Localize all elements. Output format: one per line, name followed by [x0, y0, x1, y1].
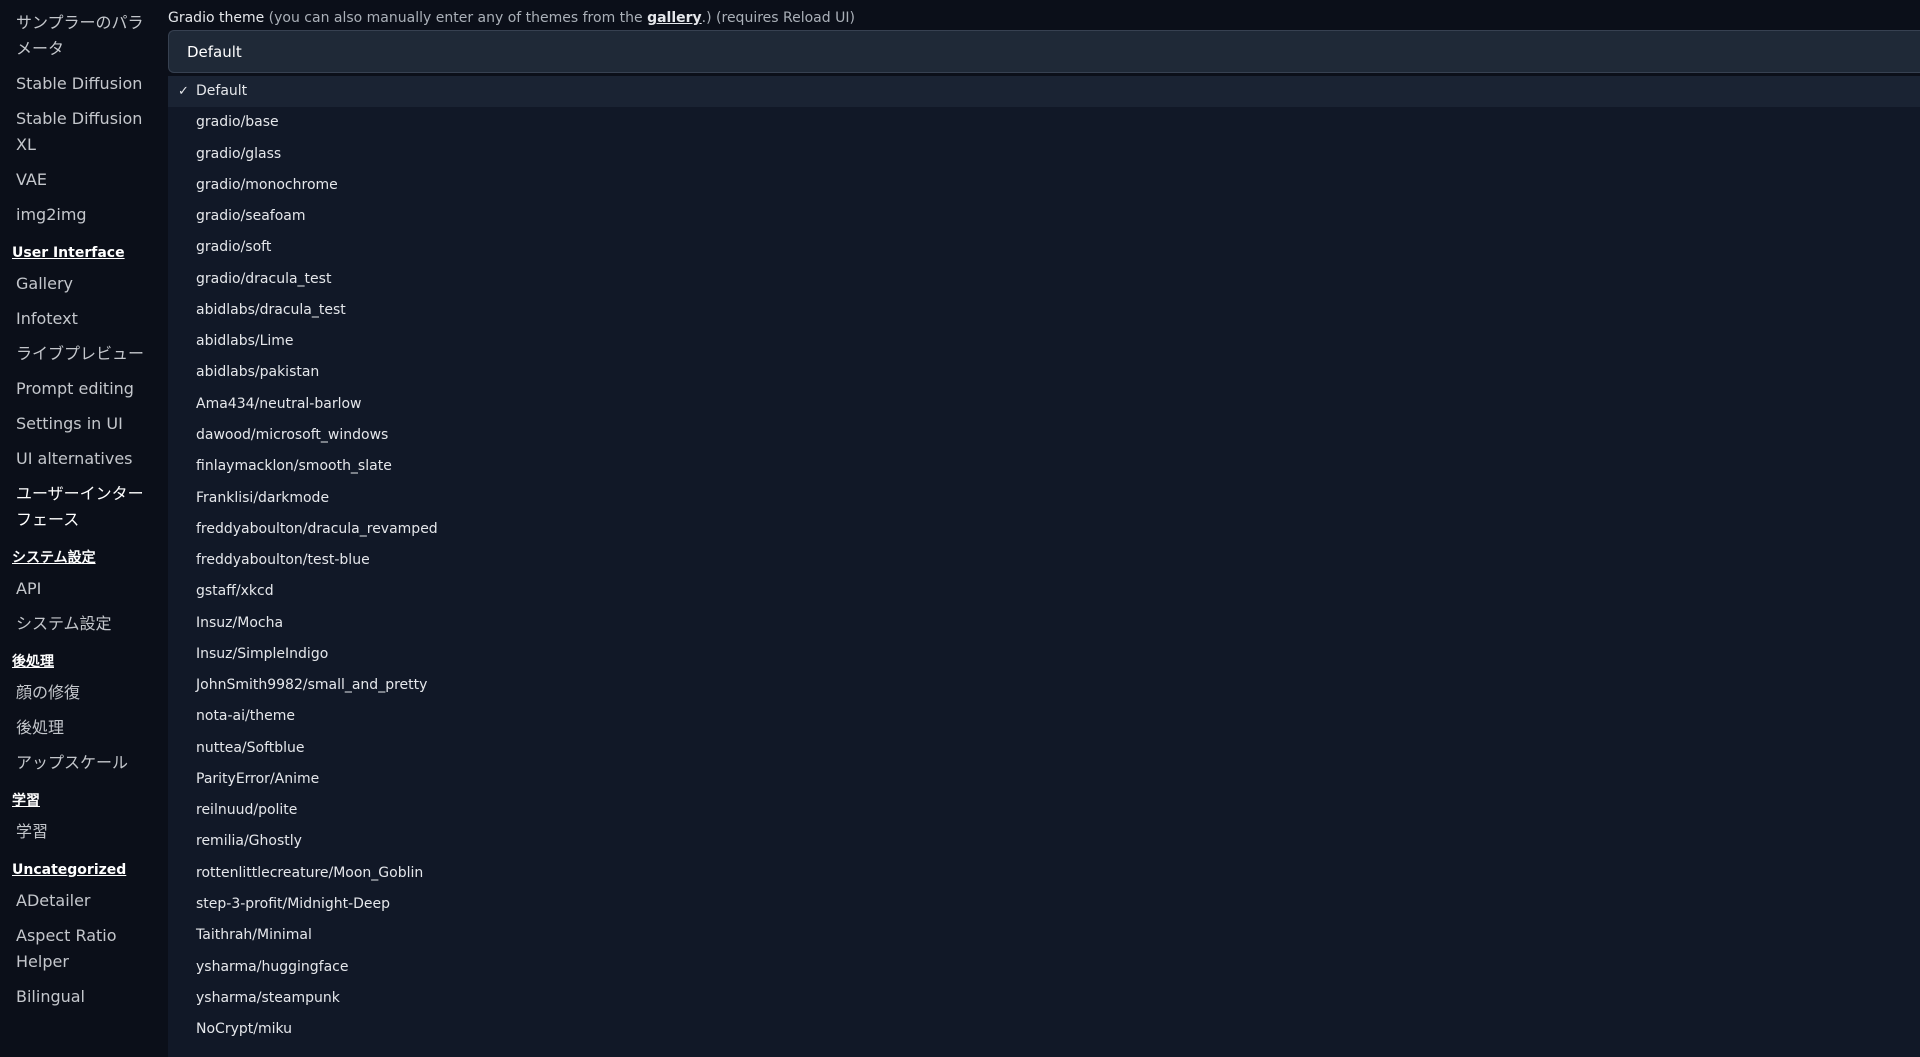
theme-option-label: ysharma/steampunk — [196, 989, 340, 1006]
theme-option[interactable]: ysharma/huggingface — [168, 952, 1920, 983]
gradio-theme-select[interactable] — [168, 30, 1920, 73]
sidebar-item[interactable]: ADetailer — [16, 888, 144, 914]
sidebar-item[interactable]: Bilingual — [16, 984, 144, 1010]
sidebar-item[interactable]: 顔の修復 — [16, 680, 144, 706]
theme-option-label: Default — [196, 83, 248, 99]
theme-option[interactable]: step-3-profit/Midnight-Deep — [168, 889, 1920, 920]
theme-option[interactable]: remilia/Ghostly — [168, 826, 1920, 857]
theme-option-label: step-3-profit/Midnight-Deep — [196, 896, 391, 913]
sidebar-item[interactable]: Stable Diffusion XL — [16, 106, 144, 158]
theme-option[interactable]: ✓ Default — [168, 76, 1920, 107]
sidebar-section-header[interactable]: Uncategorized — [12, 860, 126, 880]
theme-option-label: dawood/microsoft_windows — [196, 426, 389, 443]
theme-option[interactable]: gstaff/xkcd — [168, 576, 1920, 607]
gradio-theme-input[interactable] — [187, 42, 1787, 62]
theme-option[interactable]: freddyaboulton/test-blue — [168, 545, 1920, 576]
gallery-link[interactable]: gallery — [647, 10, 702, 26]
theme-option-label: gradio/monochrome — [196, 176, 338, 193]
theme-option[interactable]: finlaymacklon/smooth_slate — [168, 451, 1920, 482]
theme-option-label: rottenlittlecreature/Moon_Goblin — [196, 864, 424, 881]
gradio-theme-note-post: .) (requires Reload UI) — [701, 10, 855, 26]
theme-option-label: gstaff/xkcd — [196, 583, 274, 600]
theme-option-label: NoCrypt/miku — [196, 1021, 293, 1038]
theme-option[interactable]: gradio/glass — [168, 139, 1920, 170]
theme-option-label: gradio/glass — [196, 145, 282, 162]
theme-option-label: nuttea/Softblue — [196, 739, 305, 756]
theme-option-label: ParityError/Anime — [196, 770, 320, 787]
theme-option-label: gradio/base — [196, 114, 279, 131]
theme-option-label: freddyaboulton/dracula_revamped — [196, 520, 438, 537]
sidebar-section-header[interactable]: 後処理 — [12, 652, 54, 672]
theme-option[interactable]: dawood/microsoft_windows — [168, 420, 1920, 451]
theme-option[interactable]: reilnuud/polite — [168, 795, 1920, 826]
sidebar-section-header[interactable]: システム設定 — [12, 548, 96, 568]
sidebar-item[interactable]: サンプラーのパラメータ — [16, 10, 144, 62]
theme-option-label: Franklisi/darkmode — [196, 489, 330, 506]
check-icon: ✓ — [178, 84, 189, 99]
settings-sidebar: サンプラーのパラメータ Stable Diffusion Stable Diffus… — [0, 0, 160, 1057]
theme-option-label: abidlabs/pakistan — [196, 364, 320, 381]
theme-option[interactable]: nuttea/Softblue — [168, 733, 1920, 764]
theme-option-label: Insuz/Mocha — [196, 614, 284, 631]
theme-option[interactable]: Ama434/neutral-barlow — [168, 389, 1920, 420]
theme-option[interactable]: abidlabs/Lime — [168, 326, 1920, 357]
theme-option[interactable]: NoCrypt/miku — [168, 1014, 1920, 1045]
theme-option-label: gradio/soft — [196, 239, 272, 256]
theme-option[interactable]: Insuz/SimpleIndigo — [168, 639, 1920, 670]
sidebar-item[interactable]: システム設定 — [16, 611, 144, 637]
sidebar-item[interactable]: 後処理 — [16, 715, 144, 741]
theme-option-label: abidlabs/dracula_test — [196, 301, 346, 318]
sidebar-item[interactable]: ユーザーインターフェース — [16, 481, 144, 533]
theme-option-label: ysharma/huggingface — [196, 958, 349, 975]
theme-option[interactable]: ysharma/steampunk — [168, 983, 1920, 1014]
sidebar-item[interactable]: Infotext — [16, 306, 144, 332]
sidebar-item[interactable]: Gallery — [16, 271, 144, 297]
sidebar-item[interactable]: 学習 — [16, 819, 144, 845]
theme-option[interactable]: gradio/seafoam — [168, 201, 1920, 232]
settings-main: Gradio theme (you can also manually ente… — [168, 0, 1920, 1057]
theme-option[interactable]: abidlabs/pakistan — [168, 357, 1920, 388]
sidebar-section-header[interactable]: User Interface — [12, 243, 125, 263]
sidebar-section-header[interactable]: 学習 — [12, 791, 40, 811]
theme-option[interactable]: gradio/soft — [168, 232, 1920, 263]
theme-option-label: Insuz/SimpleIndigo — [196, 645, 329, 662]
theme-option-label: JohnSmith9982/small_and_pretty — [196, 677, 428, 694]
sidebar-item[interactable]: アップスケール — [16, 750, 144, 776]
theme-option-label: nota-ai/theme — [196, 708, 295, 725]
sidebar-item[interactable]: img2img — [16, 202, 144, 228]
theme-option-label: reilnuud/polite — [196, 802, 298, 819]
theme-option[interactable]: Franklisi/darkmode — [168, 483, 1920, 514]
theme-option[interactable]: ParityError/Anime — [168, 764, 1920, 795]
sidebar-item[interactable]: UI alternatives — [16, 446, 144, 472]
sidebar-item[interactable]: VAE — [16, 167, 144, 193]
theme-option-label: abidlabs/Lime — [196, 333, 294, 350]
theme-option[interactable]: rottenlittlecreature/Moon_Goblin — [168, 858, 1920, 889]
gradio-theme-options: ✓ Default gradio/base gradio/glass gradio/mo… — [168, 76, 1920, 1057]
theme-option-label: finlaymacklon/smooth_slate — [196, 458, 392, 475]
gradio-theme-label-text: Gradio theme — [168, 10, 265, 26]
theme-option-label: gradio/dracula_test — [196, 270, 332, 287]
theme-option[interactable]: gradio/monochrome — [168, 170, 1920, 201]
theme-option-label: remilia/Ghostly — [196, 833, 302, 850]
sidebar-item[interactable]: ライブプレビュー — [16, 341, 144, 367]
sidebar-item[interactable]: API — [16, 576, 144, 602]
sidebar-item[interactable]: Prompt editing — [16, 376, 144, 402]
sidebar-item[interactable]: Aspect Ratio Helper — [16, 923, 144, 975]
theme-option[interactable]: gradio/dracula_test — [168, 264, 1920, 295]
theme-option[interactable]: Insuz/Mocha — [168, 608, 1920, 639]
theme-option[interactable]: Taithrah/Minimal — [168, 920, 1920, 951]
theme-option-label: Taithrah/Minimal — [196, 927, 312, 944]
theme-option-label: gradio/seafoam — [196, 208, 306, 225]
sidebar-item[interactable]: Settings in UI — [16, 411, 144, 437]
theme-option[interactable]: gradio/base — [168, 107, 1920, 138]
theme-option-label: freddyaboulton/test-blue — [196, 552, 370, 569]
theme-option[interactable]: abidlabs/dracula_test — [168, 295, 1920, 326]
gradio-theme-label: Gradio theme (you can also manually ente… — [168, 8, 855, 28]
theme-option[interactable]: nota-ai/theme — [168, 701, 1920, 732]
theme-option[interactable]: JohnSmith9982/small_and_pretty — [168, 670, 1920, 701]
gradio-theme-note-pre: (you can also manually enter any of them… — [264, 10, 648, 26]
sidebar-item[interactable]: Stable Diffusion — [16, 71, 144, 97]
theme-option[interactable]: freddyaboulton/dracula_revamped — [168, 514, 1920, 545]
theme-option-label: Ama434/neutral-barlow — [196, 395, 362, 412]
